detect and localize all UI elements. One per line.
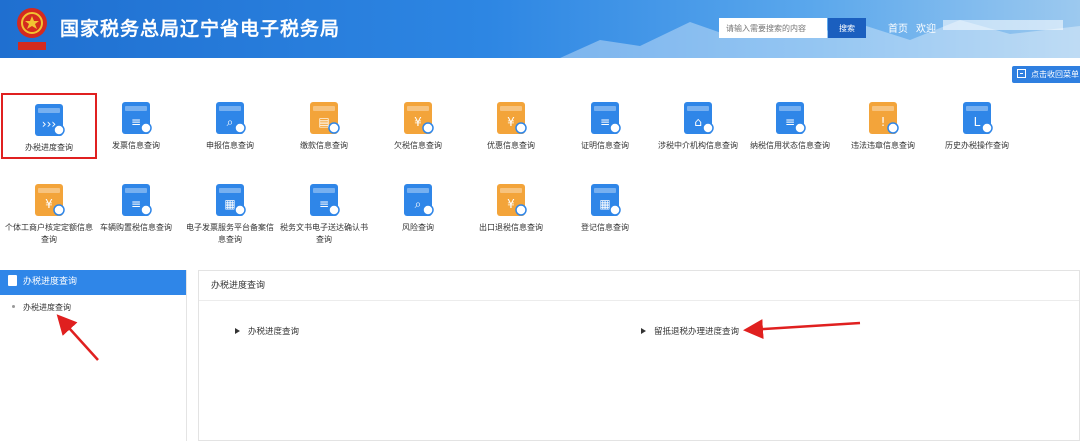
- grid-item-label: 车辆购置税信息查询: [100, 223, 172, 232]
- collapse-icon: [1017, 69, 1026, 78]
- triangle-right-icon: [235, 328, 240, 334]
- national-emblem-icon: [17, 8, 47, 50]
- grid-item-label: 电子发票服务平台备案信息查询: [186, 223, 274, 244]
- grid-item-credit-status-query[interactable]: ≡ 纳税信用状态信息查询: [743, 98, 837, 152]
- grid-item-label: 税务文书电子送达确认书查询: [280, 223, 368, 244]
- grid-item-label: 申报信息查询: [206, 141, 254, 150]
- grid-item-declaration-query[interactable]: ⌕ 申报信息查询: [183, 98, 277, 152]
- content-panel: 办税进度查询 办税进度查询 留抵退税办理进度查询: [198, 270, 1080, 441]
- svg-text:≡: ≡: [600, 115, 610, 129]
- svg-text:≡: ≡: [785, 115, 795, 129]
- left-menu-panel: 办税进度查询 办税进度查询: [0, 270, 187, 441]
- e-delivery-document-icon: ≡: [310, 184, 340, 216]
- vat-refund-progress-query-link-label: 留抵退税办理进度查询: [654, 327, 740, 337]
- grid-item-export-rebate[interactable]: ¥ 出口退税信息查询: [464, 180, 558, 234]
- payment-query-icon: ▤: [310, 102, 340, 134]
- grid-item-violation-query[interactable]: ! 违法违章信息查询: [836, 98, 930, 152]
- svg-text:≡: ≡: [131, 197, 141, 211]
- grid-item-certificate-query[interactable]: ≡ 证明信息查询: [558, 98, 652, 152]
- individual-business-icon: ¥: [35, 184, 65, 216]
- grid-item-label: 欠税信息查询: [394, 141, 442, 150]
- tax-agency-query-icon: ⌂: [684, 102, 714, 134]
- grid-item-individual-business[interactable]: ¥ 个体工商户核定定额信息查询: [2, 180, 96, 246]
- grid-item-label: 办税进度查询: [25, 143, 73, 152]
- collapse-menu-button[interactable]: 点击收回菜单: [1012, 66, 1080, 83]
- svg-text:▦: ▦: [224, 197, 235, 211]
- risk-query-icon: ⌕: [404, 184, 434, 216]
- bullet-icon: [12, 305, 15, 308]
- grid-item-preferential-query[interactable]: ¥ 优惠信息查询: [464, 98, 558, 152]
- svg-text:≡: ≡: [131, 115, 141, 129]
- left-menu-header: 办税进度查询: [0, 270, 186, 295]
- grid-item-label: 缴款信息查询: [300, 141, 348, 150]
- svg-text:▤: ▤: [318, 115, 329, 129]
- invoice-query-icon: ≡: [122, 102, 152, 134]
- declaration-query-icon: ⌕: [216, 102, 246, 134]
- grid-item-label: 纳税信用状态信息查询: [750, 141, 830, 150]
- preferential-query-icon: ¥: [497, 102, 527, 134]
- grid-item-label: 历史办税操作查询: [945, 141, 1009, 150]
- grid-item-tax-agency-query[interactable]: ⌂ 涉税中介机构信息查询: [651, 98, 745, 152]
- grid-item-risk-query[interactable]: ⌕ 风险查询: [371, 180, 465, 234]
- svg-text:⌕: ⌕: [415, 197, 422, 211]
- grid-item-tax-arrears-query[interactable]: ¥ 欠税信息查询: [371, 98, 465, 152]
- svg-text:¥: ¥: [414, 115, 422, 129]
- svg-text:⌂: ⌂: [694, 115, 702, 129]
- credit-status-query-icon: ≡: [776, 102, 806, 134]
- grid-item-label: 发票信息查询: [112, 141, 160, 150]
- grid-item-label: 涉税中介机构信息查询: [658, 141, 738, 150]
- grid-item-label: 出口退税信息查询: [479, 223, 543, 232]
- left-menu-item-progress-query[interactable]: 办税进度查询: [0, 295, 186, 321]
- left-menu-header-label: 办税进度查询: [23, 277, 78, 287]
- progress-query-link[interactable]: 办税进度查询: [235, 325, 299, 337]
- home-link[interactable]: 首页: [888, 20, 908, 35]
- grid-item-label: 个体工商户核定定额信息查询: [5, 223, 93, 244]
- certificate-query-icon: ≡: [591, 102, 621, 134]
- grid-item-label: 违法违章信息查询: [851, 141, 915, 150]
- grid-item-progress-query[interactable]: ››› 办税进度查询: [1, 93, 97, 159]
- svg-text:¥: ¥: [507, 115, 515, 129]
- document-icon: [8, 275, 17, 286]
- export-rebate-icon: ¥: [497, 184, 527, 216]
- grid-item-payment-query[interactable]: ▤ 缴款信息查询: [277, 98, 371, 152]
- svg-text:¥: ¥: [507, 197, 515, 211]
- grid-item-label: 优惠信息查询: [487, 141, 535, 150]
- registration-query-icon: ▦: [591, 184, 621, 216]
- history-operation-icon: L: [963, 102, 993, 134]
- triangle-right-icon: [641, 328, 646, 334]
- svg-text:L: L: [974, 115, 981, 129]
- svg-text:!: !: [881, 115, 886, 129]
- grid-item-label: 证明信息查询: [581, 141, 629, 150]
- grid-item-e-invoice-filing[interactable]: ▦ 电子发票服务平台备案信息查询: [183, 180, 277, 246]
- e-invoice-filing-icon: ▦: [216, 184, 246, 216]
- svg-text:¥: ¥: [45, 197, 53, 211]
- left-menu-item-label: 办税进度查询: [23, 303, 71, 312]
- vehicle-tax-icon: ≡: [122, 184, 152, 216]
- welcome-text: 欢迎: [916, 24, 936, 35]
- grid-item-e-delivery-document[interactable]: ≡ 税务文书电子送达确认书查询: [277, 180, 371, 246]
- svg-text:▦: ▦: [599, 197, 610, 211]
- progress-query-link-label: 办税进度查询: [248, 327, 300, 337]
- grid-item-invoice-query[interactable]: ≡ 发票信息查询: [89, 98, 183, 152]
- content-title: 办税进度查询: [199, 271, 1079, 301]
- site-title: 国家税务总局辽宁省电子税务局: [60, 18, 341, 40]
- svg-text:⌕: ⌕: [227, 115, 234, 129]
- grid-item-registration-query[interactable]: ▦ 登记信息查询: [558, 180, 652, 234]
- violation-query-icon: !: [869, 102, 899, 134]
- search-button[interactable]: 搜索: [828, 18, 866, 38]
- grid-item-label: 风险查询: [402, 223, 434, 232]
- grid-item-vehicle-tax[interactable]: ≡ 车辆购置税信息查询: [89, 180, 183, 234]
- search-input[interactable]: [719, 18, 827, 38]
- vat-refund-progress-query-link[interactable]: 留抵退税办理进度查询: [641, 325, 739, 337]
- progress-query-icon: ›››: [35, 104, 65, 136]
- svg-text:≡: ≡: [319, 197, 329, 211]
- grid-item-label: 登记信息查询: [581, 223, 629, 232]
- grid-item-history-operation[interactable]: L 历史办税操作查询: [930, 98, 1024, 152]
- tax-arrears-query-icon: ¥: [404, 102, 434, 134]
- site-header: 国家税务总局辽宁省电子税务局 搜索 首页 欢迎: [0, 0, 1080, 58]
- collapse-menu-label: 点击收回菜单: [1031, 70, 1079, 79]
- user-name-redacted: [943, 20, 1063, 30]
